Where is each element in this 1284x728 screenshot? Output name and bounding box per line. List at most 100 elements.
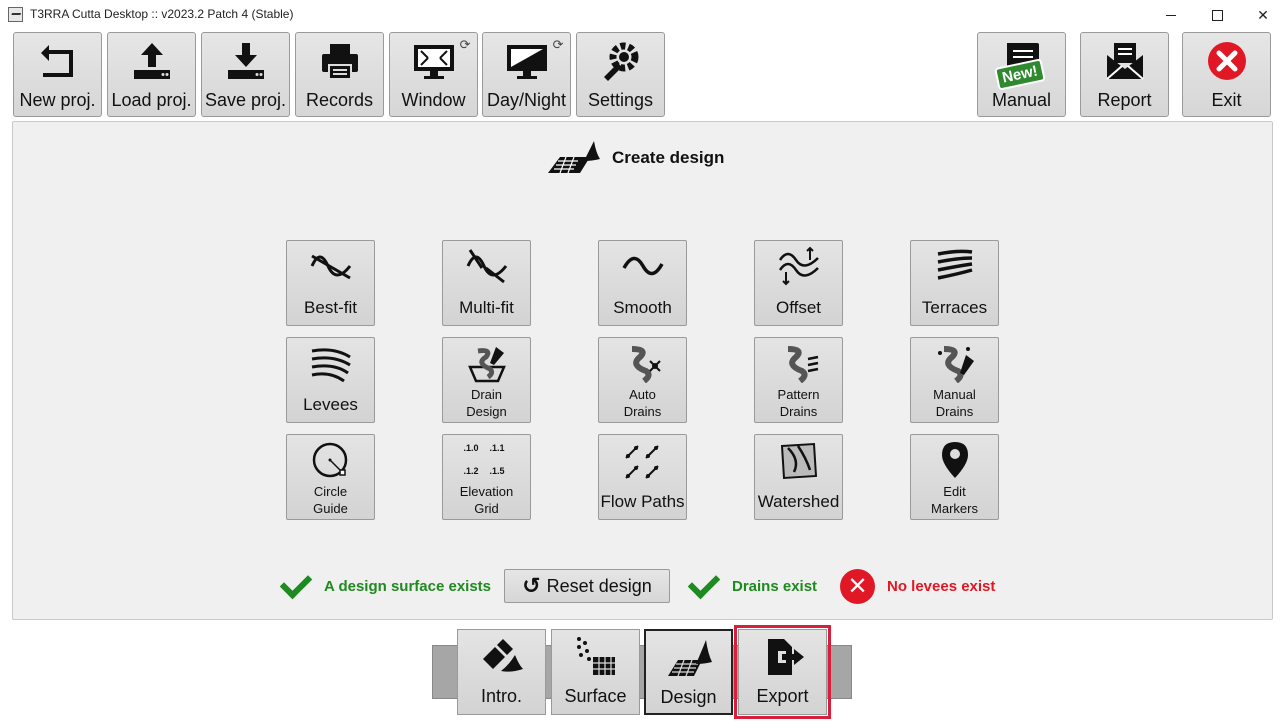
circle-guide-label: Circle Guide xyxy=(313,484,348,516)
exit-icon xyxy=(1204,39,1250,85)
elevation-value: .1.0 xyxy=(463,443,479,453)
smooth-icon xyxy=(621,256,664,276)
elevation-grid-icon: .1.0 .1.1 .1.2 .1.5 xyxy=(464,440,510,480)
terraces-button[interactable]: Terraces xyxy=(910,240,999,326)
nav-surface-button[interactable]: Surface xyxy=(551,629,640,715)
best-fit-button[interactable]: Best-fit xyxy=(286,240,375,326)
offset-label: Offset xyxy=(775,298,822,317)
circle-guide-button[interactable]: Circle Guide xyxy=(286,434,375,520)
multi-fit-button[interactable]: Multi-fit xyxy=(442,240,531,326)
multi-fit-icon xyxy=(466,249,507,284)
map-marker-icon xyxy=(941,442,968,478)
offset-button[interactable]: Offset xyxy=(754,240,843,326)
intro-icon xyxy=(482,639,523,672)
elevation-grid-button[interactable]: .1.0 .1.1 .1.2 .1.5 Elevation Grid xyxy=(442,434,531,520)
window-label: Window xyxy=(401,90,466,110)
report-label: Report xyxy=(1097,90,1152,110)
pattern-drains-label: Pattern Drains xyxy=(777,387,820,419)
exit-label: Exit xyxy=(1211,90,1242,110)
nav-intro-label: Intro. xyxy=(480,686,523,706)
monitor-icon: ⟳ xyxy=(504,37,564,85)
flow-paths-label: Flow Paths xyxy=(600,492,685,511)
export-icon xyxy=(767,639,804,675)
minimize-icon xyxy=(1166,14,1176,16)
terraces-icon xyxy=(937,249,972,280)
manual-drains-button[interactable]: Manual Drains xyxy=(910,337,999,423)
upload-icon xyxy=(129,39,175,85)
window-title: T3RRA Cutta Desktop :: v2023.2 Patch 4 (… xyxy=(30,7,294,21)
settings-button[interactable]: Settings xyxy=(576,32,665,117)
smooth-label: Smooth xyxy=(613,298,672,317)
levees-error-icon: ✕ xyxy=(840,569,875,604)
printer-icon xyxy=(317,39,363,85)
report-button[interactable]: Report xyxy=(1080,32,1169,117)
new-project-label: New proj. xyxy=(19,90,96,110)
manual-label: Manual xyxy=(991,90,1052,110)
save-project-label: Save proj. xyxy=(204,90,287,110)
edit-markers-label: Edit Markers xyxy=(931,484,978,516)
terraces-label: Terraces xyxy=(921,298,988,317)
panel-title: Create design xyxy=(612,148,725,167)
auto-drains-label: Auto Drains xyxy=(623,387,662,419)
levees-button[interactable]: Levees xyxy=(286,337,375,423)
edit-markers-button[interactable]: Edit Markers xyxy=(910,434,999,520)
maximize-icon xyxy=(1211,9,1223,21)
pattern-drains-button[interactable]: Pattern Drains xyxy=(754,337,843,423)
best-fit-label: Best-fit xyxy=(304,298,357,317)
nav-design-button[interactable]: Design xyxy=(644,629,733,715)
pattern-drains-icon xyxy=(787,346,818,383)
refresh-icon: ⟳ xyxy=(459,37,471,52)
close-window-button[interactable]: ✕ xyxy=(1240,0,1284,30)
nav-intro-button[interactable]: Intro. xyxy=(457,629,546,715)
day-night-button[interactable]: ⟳ Day/Night xyxy=(482,32,571,117)
watershed-icon xyxy=(780,442,817,480)
watershed-label: Watershed xyxy=(757,492,840,511)
window-icon: ⟳ xyxy=(411,37,471,85)
watershed-button[interactable]: Watershed xyxy=(754,434,843,520)
design-surface-icon xyxy=(548,141,600,174)
minimize-button[interactable] xyxy=(1148,0,1194,30)
elevation-value: .1.1 xyxy=(489,443,505,453)
records-button[interactable]: Records xyxy=(295,32,384,117)
wrench-gear-icon xyxy=(598,39,644,85)
circle-guide-icon xyxy=(312,442,347,478)
offset-icon xyxy=(778,246,819,286)
nav-export-button[interactable]: Export xyxy=(734,625,831,719)
drain-design-button[interactable]: Drain Design xyxy=(442,337,531,423)
smooth-button[interactable]: Smooth xyxy=(598,240,687,326)
manual-icon: New! xyxy=(993,39,1046,91)
maximize-button[interactable] xyxy=(1194,0,1240,30)
day-night-label: Day/Night xyxy=(486,90,567,110)
best-fit-icon xyxy=(310,254,351,280)
report-envelope-icon xyxy=(1102,39,1148,85)
title-bar: T3RRA Cutta Desktop :: v2023.2 Patch 4 (… xyxy=(0,0,1284,30)
multi-fit-label: Multi-fit xyxy=(459,298,514,317)
window-button[interactable]: ⟳ Window xyxy=(389,32,478,117)
new-project-button[interactable]: New proj. xyxy=(13,32,102,117)
app-icon xyxy=(8,7,23,22)
levees-icon xyxy=(311,348,351,383)
new-project-icon xyxy=(35,39,81,85)
drain-design-label: Drain Design xyxy=(466,387,507,419)
load-project-button[interactable]: Load proj. xyxy=(107,32,196,117)
refresh-icon: ⟳ xyxy=(552,37,564,52)
levees-label: Levees xyxy=(303,395,358,414)
auto-drains-icon xyxy=(631,346,661,383)
surface-icon xyxy=(576,637,615,675)
flow-paths-button[interactable]: Flow Paths xyxy=(598,434,687,520)
settings-label: Settings xyxy=(587,90,654,110)
auto-drains-button[interactable]: Auto Drains xyxy=(598,337,687,423)
manual-button[interactable]: New! Manual xyxy=(977,32,1066,117)
close-icon: ✕ xyxy=(1257,6,1269,23)
undo-icon: ↺ xyxy=(522,573,541,598)
design-icon xyxy=(667,640,712,677)
reset-design-label: Reset design xyxy=(546,575,652,596)
reset-design-button[interactable]: ↺ Reset design xyxy=(504,569,670,603)
flow-paths-icon xyxy=(624,445,659,479)
records-label: Records xyxy=(305,90,374,110)
elevation-value: .1.2 xyxy=(463,466,479,476)
save-project-button[interactable]: Save proj. xyxy=(201,32,290,117)
manual-drains-icon xyxy=(937,346,974,383)
exit-button[interactable]: Exit xyxy=(1182,32,1271,117)
download-icon xyxy=(223,39,269,85)
